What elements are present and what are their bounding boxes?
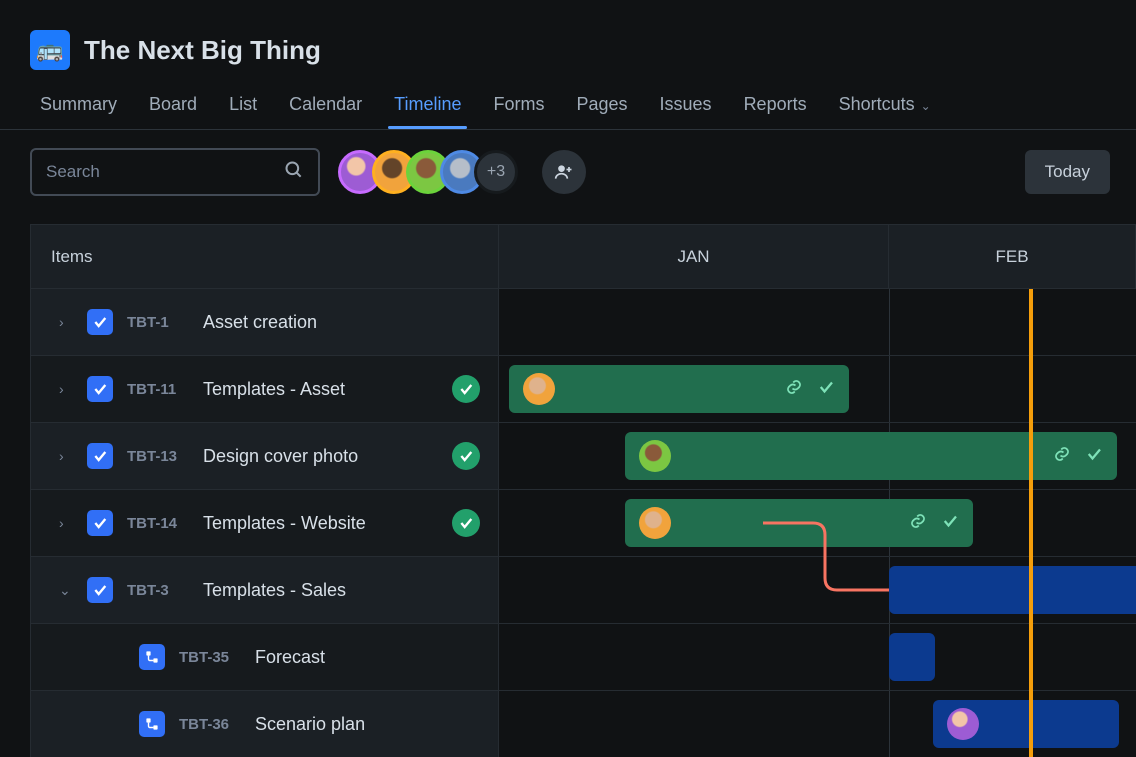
- issue-key[interactable]: TBT-14: [127, 515, 189, 532]
- timeline-grid: Items JAN FEB › TBT-1 Asset creation › TBT-1…: [30, 224, 1136, 757]
- check-icon: [817, 378, 835, 401]
- table-row[interactable]: › TBT-13 Design cover photo: [31, 423, 1136, 490]
- assignee-avatar: [523, 373, 555, 405]
- table-row[interactable]: TBT-36 Scenario plan: [31, 691, 1136, 757]
- subtask-icon: [139, 711, 165, 737]
- issue-key[interactable]: TBT-1: [127, 314, 189, 331]
- table-row[interactable]: › TBT-11 Templates - Asset: [31, 356, 1136, 423]
- issue-key[interactable]: TBT-11: [127, 381, 189, 398]
- table-row[interactable]: › TBT-1 Asset creation: [31, 289, 1136, 356]
- search-icon: [284, 160, 304, 185]
- check-icon: [1085, 445, 1103, 468]
- issue-key[interactable]: TBT-36: [179, 716, 241, 733]
- table-row[interactable]: ⌄ TBT-3 Templates - Sales: [31, 557, 1136, 624]
- task-checkbox-icon: [87, 376, 113, 402]
- chevron-right-icon[interactable]: ›: [59, 314, 73, 330]
- status-done-icon: [452, 509, 480, 537]
- row-item-cell: › TBT-11 Templates - Asset: [31, 356, 499, 422]
- tab-board[interactable]: Board: [149, 94, 197, 129]
- tab-forms[interactable]: Forms: [493, 94, 544, 129]
- table-row[interactable]: › TBT-14 Templates - Website: [31, 490, 1136, 557]
- tab-list[interactable]: List: [229, 94, 257, 129]
- issue-title[interactable]: Forecast: [255, 647, 325, 668]
- items-column-header: Items: [31, 225, 499, 288]
- timeline-lane: [499, 289, 1136, 355]
- issue-title[interactable]: Templates - Sales: [203, 580, 346, 601]
- chevron-right-icon[interactable]: ›: [59, 515, 73, 531]
- chevron-down-icon[interactable]: ⌄: [59, 582, 73, 599]
- month-header-jan: JAN: [499, 225, 889, 288]
- timeline-lane: [499, 423, 1136, 489]
- timeline-bar[interactable]: [509, 365, 849, 413]
- view-tabs: Summary Board List Calendar Timeline Forms Pag…: [0, 70, 1136, 130]
- row-item-cell: TBT-36 Scenario plan: [31, 691, 499, 757]
- issue-title[interactable]: Templates - Website: [203, 513, 366, 534]
- timeline-bar[interactable]: [889, 566, 1136, 614]
- search-placeholder: Search: [46, 162, 100, 182]
- issue-title[interactable]: Templates - Asset: [203, 379, 345, 400]
- timeline-bar[interactable]: [625, 499, 973, 547]
- task-checkbox-icon: [87, 443, 113, 469]
- assignee-avatar: [947, 708, 979, 740]
- timeline-lane: [499, 691, 1136, 757]
- today-marker: [1029, 289, 1033, 757]
- issue-key[interactable]: TBT-3: [127, 582, 189, 599]
- timeline-lane: [499, 557, 1136, 623]
- issue-title[interactable]: Asset creation: [203, 312, 317, 333]
- month-header-feb: FEB: [889, 225, 1136, 288]
- link-icon: [1053, 445, 1071, 468]
- tab-shortcuts[interactable]: Shortcuts⌄: [839, 94, 931, 129]
- row-item-cell: › TBT-14 Templates - Website: [31, 490, 499, 556]
- timeline-lane: [499, 356, 1136, 422]
- member-avatars: +3: [338, 150, 518, 194]
- task-checkbox-icon: [87, 577, 113, 603]
- assignee-avatar: [639, 507, 671, 539]
- timeline-bar[interactable]: [625, 432, 1117, 480]
- timeline-lane: [499, 624, 1136, 690]
- tab-summary[interactable]: Summary: [40, 94, 117, 129]
- search-input[interactable]: Search: [30, 148, 320, 196]
- timeline-lane: [499, 490, 1136, 556]
- row-item-cell: ⌄ TBT-3 Templates - Sales: [31, 557, 499, 623]
- row-item-cell: TBT-35 Forecast: [31, 624, 499, 690]
- table-row[interactable]: TBT-35 Forecast: [31, 624, 1136, 691]
- tab-calendar[interactable]: Calendar: [289, 94, 362, 129]
- chevron-right-icon[interactable]: ›: [59, 381, 73, 397]
- chevron-down-icon: ⌄: [921, 99, 931, 113]
- page-title: The Next Big Thing: [84, 35, 321, 66]
- avatar-overflow[interactable]: +3: [474, 150, 518, 194]
- issue-title[interactable]: Scenario plan: [255, 714, 365, 735]
- row-item-cell: › TBT-1 Asset creation: [31, 289, 499, 355]
- assignee-avatar: [639, 440, 671, 472]
- today-button[interactable]: Today: [1025, 150, 1110, 194]
- tab-reports[interactable]: Reports: [744, 94, 807, 129]
- tab-timeline[interactable]: Timeline: [394, 94, 461, 129]
- chevron-right-icon[interactable]: ›: [59, 448, 73, 464]
- status-done-icon: [452, 442, 480, 470]
- task-checkbox-icon: [87, 309, 113, 335]
- tab-issues[interactable]: Issues: [660, 94, 712, 129]
- timeline-bar[interactable]: [889, 633, 935, 681]
- link-icon: [909, 512, 927, 535]
- add-user-button[interactable]: [542, 150, 586, 194]
- status-done-icon: [452, 375, 480, 403]
- subtask-icon: [139, 644, 165, 670]
- check-icon: [941, 512, 959, 535]
- tab-pages[interactable]: Pages: [576, 94, 627, 129]
- issue-key[interactable]: TBT-35: [179, 649, 241, 666]
- issue-key[interactable]: TBT-13: [127, 448, 189, 465]
- link-icon: [785, 378, 803, 401]
- issue-title[interactable]: Design cover photo: [203, 446, 358, 467]
- task-checkbox-icon: [87, 510, 113, 536]
- row-item-cell: › TBT-13 Design cover photo: [31, 423, 499, 489]
- app-icon[interactable]: 🚌: [30, 30, 70, 70]
- timeline-bar[interactable]: [933, 700, 1119, 748]
